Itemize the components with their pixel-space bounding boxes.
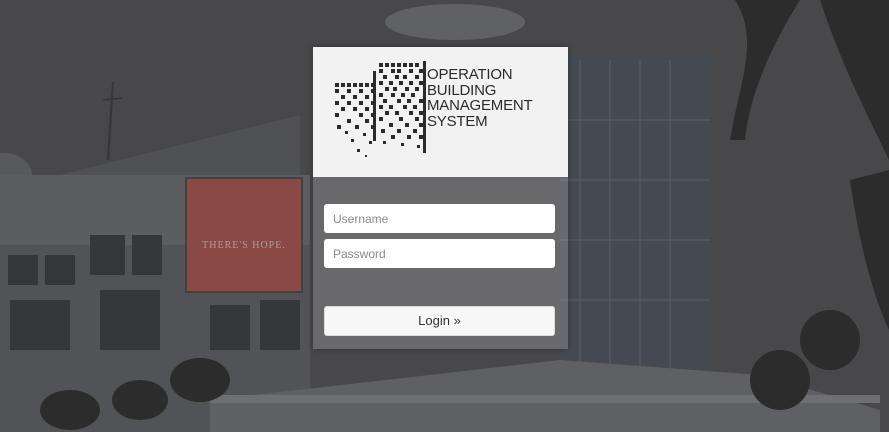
app-title: OPERATION BUILDING MANAGEMENT SYSTEM <box>427 67 562 129</box>
app-title-line: SYSTEM <box>427 112 488 130</box>
app-title-line: MANAGEMENT <box>427 97 533 114</box>
logo-header: OPERATION BUILDING MANAGEMENT SYSTEM <box>313 47 568 177</box>
building-logo-icon <box>335 61 426 157</box>
username-input[interactable] <box>324 204 555 233</box>
app-title-line: BUILDING <box>427 81 497 99</box>
password-input[interactable] <box>324 239 555 268</box>
app-title-line: OPERATION <box>427 66 513 83</box>
login-button[interactable]: Login » <box>324 306 555 336</box>
login-card: OPERATION BUILDING MANAGEMENT SYSTEM Log… <box>313 47 568 349</box>
